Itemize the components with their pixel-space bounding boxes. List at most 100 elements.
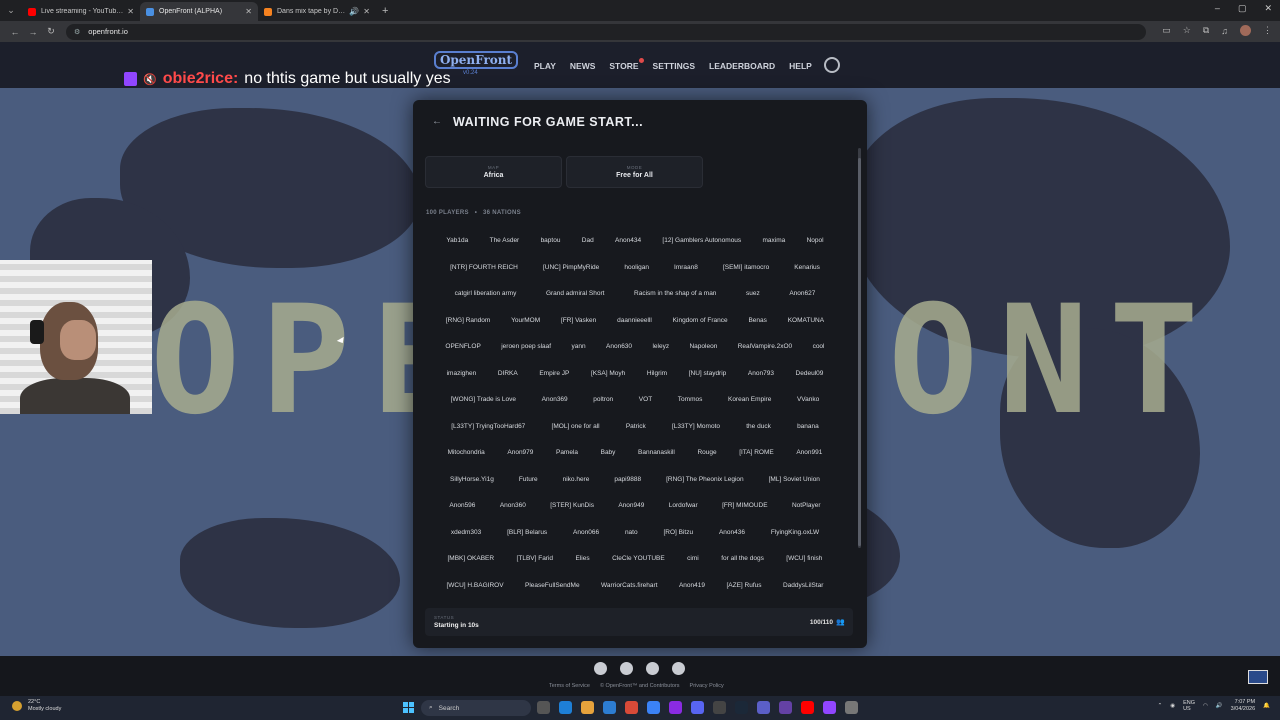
reload-button[interactable]: ↻ [42, 26, 60, 37]
tab-search-icon[interactable]: ⌄ [0, 0, 22, 21]
profile-avatar[interactable] [1240, 25, 1251, 36]
player-name: poltron [593, 396, 614, 403]
nav-news[interactable]: NEWS [570, 61, 596, 71]
reddit-icon[interactable] [620, 662, 633, 675]
minimize-button[interactable]: – [1215, 3, 1220, 14]
player-name: banana [797, 422, 819, 430]
tab-title: Dans mix tape by Daniel D [277, 8, 346, 15]
player-name: Anon949 [618, 502, 645, 509]
app-icon[interactable] [779, 701, 792, 714]
nav-settings[interactable]: SETTINGS [653, 61, 696, 71]
chrome-icon[interactable] [625, 701, 638, 714]
teams-icon[interactable] [757, 701, 770, 714]
wifi-icon[interactable]: ◠ [1203, 703, 1208, 709]
player-name: baptou [540, 237, 561, 244]
player-name: Korean Empire [727, 396, 772, 403]
nav-store[interactable]: STORE [609, 58, 644, 71]
player-row: OPENFLOP jeroen poep slaaf yann Anon630 lele… [425, 343, 845, 350]
taskbar-search[interactable]: ⌕ Search [421, 700, 531, 716]
globe-icon[interactable] [672, 662, 685, 675]
extensions-icon[interactable]: ⧉ [1203, 25, 1209, 36]
privacy-link[interactable]: Privacy Policy [690, 683, 724, 689]
player-name: cool [812, 343, 825, 350]
webcam-overlay [0, 260, 152, 414]
close-window-button[interactable]: ✕ [1264, 3, 1272, 14]
obs-icon[interactable] [669, 701, 682, 714]
mail-icon[interactable] [603, 701, 616, 714]
player-name: imazighen [446, 369, 477, 377]
nav-play[interactable]: PLAY [534, 61, 556, 71]
nav-help[interactable]: HELP [789, 61, 812, 71]
openfront-logo[interactable]: OpenFront [434, 51, 518, 69]
weather-widget[interactable]: 22°C Mostly cloudy [12, 699, 61, 713]
cast-icon[interactable]: ▭ [1162, 25, 1171, 36]
task-view-icon[interactable] [537, 701, 550, 714]
bookmark-star-icon[interactable]: ☆ [1183, 25, 1191, 36]
close-tab-icon[interactable]: ✕ [245, 7, 252, 16]
media-icon[interactable]: ♫ [1221, 26, 1228, 36]
discord-app-icon[interactable] [691, 701, 704, 714]
player-name: Racism in the shap of a man [634, 290, 717, 297]
player-name: [L33TY] TryingTooHard67 [451, 422, 526, 430]
player-name: [FR] MIMOUDE [722, 502, 768, 509]
clock[interactable]: 7:07 PM 3/04/2026 [1231, 699, 1255, 713]
lang-indicator[interactable]: ENG US [1183, 700, 1195, 712]
player-name: OPENFLOP [445, 343, 481, 350]
account-icon[interactable] [824, 57, 840, 73]
speaker-icon[interactable]: 🔊 [349, 7, 359, 16]
terms-link[interactable]: Terms of Service [549, 683, 590, 689]
tray-chevron-icon[interactable]: ⌃ [1158, 703, 1163, 709]
new-tab-button[interactable]: + [382, 5, 388, 17]
player-name: [NTR] FOURTH REICH [450, 263, 518, 271]
app-icon[interactable] [647, 701, 660, 714]
youtube-app-icon[interactable] [801, 701, 814, 714]
player-name: Kingdom of France [672, 316, 728, 324]
lobby-modal: ← WAITING FOR GAME START... MAP Africa M… [413, 100, 867, 648]
player-name: [WCU] H.BAGIROV [446, 581, 504, 589]
twitch-app-icon[interactable] [823, 701, 836, 714]
tray-app-icon[interactable]: ◉ [1170, 703, 1175, 709]
map-value: Africa [483, 172, 504, 179]
tab-youtube-studio[interactable]: Live streaming - YouTube Studio ✕ [22, 2, 140, 21]
player-name: [BLR] Belarus [507, 528, 548, 536]
close-tab-icon[interactable]: ✕ [363, 7, 370, 16]
volume-icon[interactable]: 🔊 [1216, 703, 1223, 709]
site-info-icon[interactable]: ⚙ [74, 28, 80, 36]
github-icon[interactable] [594, 662, 607, 675]
player-name: [SEMI] itamocro [722, 263, 770, 271]
close-tab-icon[interactable]: ✕ [127, 7, 134, 16]
player-row: [RNG] Random YourMOM [FR] Vasken daannieeel… [425, 317, 845, 324]
maximize-button[interactable]: ▢ [1238, 3, 1247, 14]
discord-icon[interactable] [646, 662, 659, 675]
edge-icon[interactable] [559, 701, 572, 714]
back-button[interactable]: ← [6, 27, 24, 37]
tab-openfront[interactable]: OpenFront (ALPHA) ✕ [140, 2, 258, 21]
player-name: Anon793 [747, 369, 774, 377]
weather-desc: Mostly cloudy [28, 706, 62, 712]
address-bar[interactable]: ⚙ openfront.io [66, 23, 1146, 40]
forward-button[interactable]: → [24, 27, 42, 37]
player-name: Patrick [625, 422, 646, 430]
file-explorer-icon[interactable] [581, 701, 594, 714]
scrollbar-thumb[interactable] [858, 158, 861, 546]
player-row: imazighen DIRKA Empire JP [KSA] Moyh Hilgrim… [425, 370, 845, 377]
player-name: [RNG] The Pheonix Legion [666, 475, 744, 483]
app-icon[interactable] [713, 701, 726, 714]
steam-icon[interactable] [735, 701, 748, 714]
chat-username: obie2rice: [162, 70, 239, 87]
settings-icon[interactable] [845, 701, 858, 714]
notification-icon[interactable]: 🔔 [1263, 703, 1270, 709]
tab-mixtape[interactable]: Dans mix tape by Daniel D 🔊 ✕ [258, 2, 376, 21]
player-name: The Asder [489, 237, 520, 244]
player-name: WarriorCats.firehart [601, 581, 658, 589]
player-name: KOMATUNA [787, 316, 825, 324]
player-name: [ML] Soviet Union [768, 475, 820, 483]
nav-leaderboard[interactable]: LEADERBOARD [709, 61, 775, 71]
version-label: v0.24 [463, 70, 478, 76]
browser-menu-icon[interactable]: ⋮ [1263, 25, 1272, 36]
player-name: DIRKA [497, 369, 518, 377]
language-flag-icon[interactable] [1248, 670, 1268, 684]
back-arrow-icon[interactable]: ← [429, 114, 445, 130]
player-row: SillyHorse.Yi1g Future niko.here papi9888 [R… [425, 476, 845, 483]
start-button[interactable] [403, 702, 414, 713]
